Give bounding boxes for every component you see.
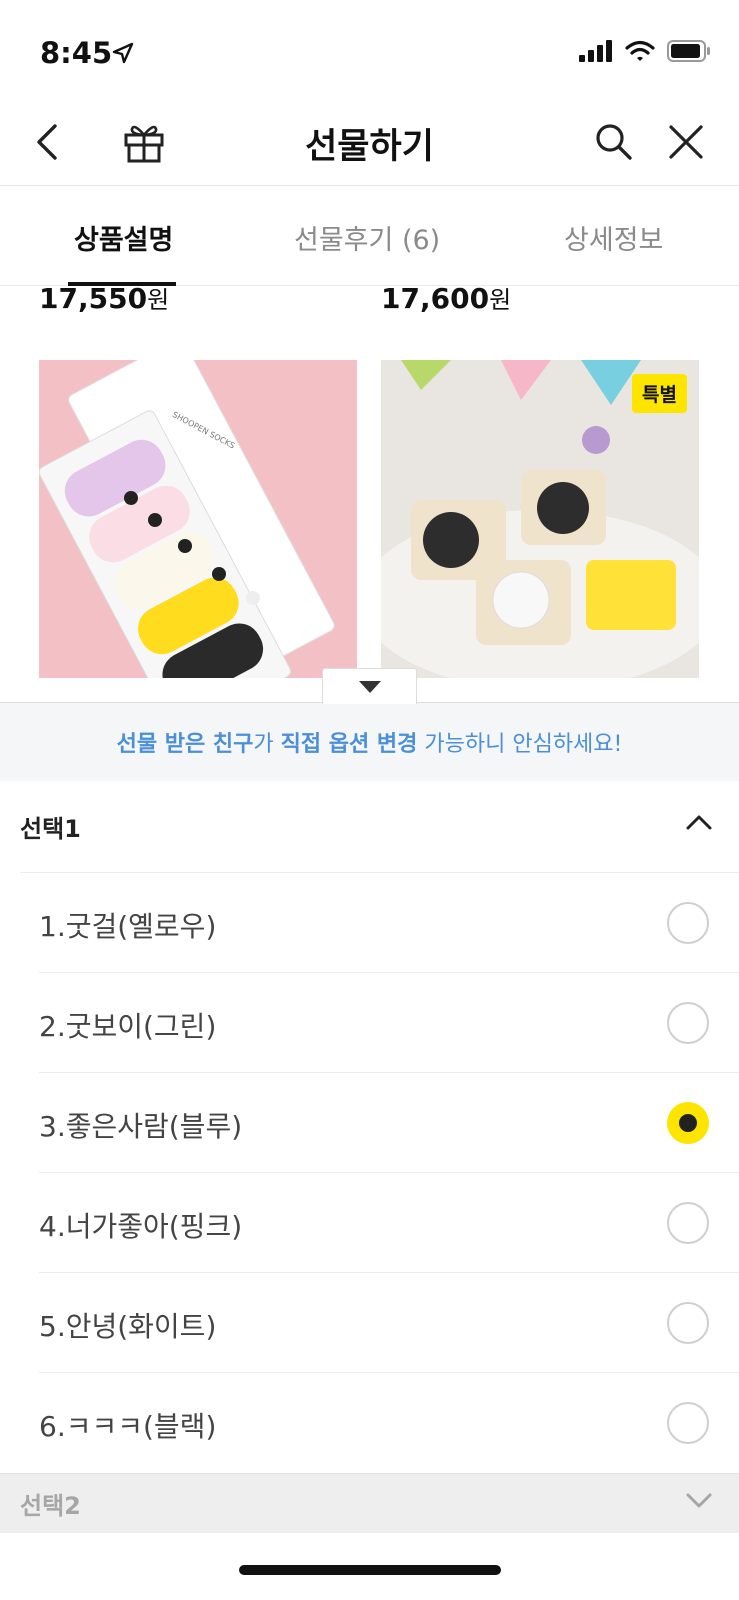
close-button[interactable] — [658, 114, 714, 170]
radio-button-selected[interactable] — [667, 1102, 709, 1144]
search-icon — [596, 124, 632, 160]
option-label: 6.ㅋㅋㅋ(블랙) — [39, 1410, 217, 1443]
option-change-notice: 선물 받은 친구 가 직접 옵션 변경 가능하니 안심하세요! — [0, 703, 739, 781]
option-label: 4.너가좋아(핑크) — [39, 1210, 243, 1243]
option-group-title: 선택2 — [20, 1492, 81, 1520]
tab-bar: 상품설명 선물후기 (6) 상세정보 — [0, 186, 739, 286]
option-group-header-1[interactable]: 선택1 — [20, 781, 739, 873]
product-price: 17,550원 — [39, 286, 169, 315]
sheet-collapse-handle[interactable] — [322, 668, 417, 704]
special-badge: 특별 — [632, 374, 687, 413]
radio-button[interactable] — [667, 1002, 709, 1044]
option-label: 1.굿걸(옐로우) — [39, 910, 217, 943]
option-item[interactable]: 5.안녕(화이트) — [39, 1273, 739, 1373]
product-grid: 17,550원 17,600원 SHOOPEN SOCKS 특별 — [0, 286, 739, 702]
caret-down-icon — [358, 680, 381, 693]
option-item[interactable]: 2.굿보이(그린) — [39, 973, 739, 1073]
price-currency: 원 — [147, 286, 170, 314]
notice-highlight-change: 직접 옵션 변경 — [280, 732, 418, 757]
socks-box-illustration — [39, 360, 357, 678]
product-image-socks[interactable]: SHOOPEN SOCKS — [39, 360, 357, 678]
product-price: 17,600원 — [381, 286, 511, 315]
price-value: 17,550 — [39, 286, 148, 315]
option-label: 2.굿보이(그린) — [39, 1010, 217, 1043]
option-label: 5.안녕(화이트) — [39, 1310, 217, 1343]
option-group-title: 선택1 — [20, 815, 81, 843]
close-icon — [669, 125, 703, 159]
chevron-up-icon — [686, 815, 712, 830]
option-item[interactable]: 3.좋은사람(블루) — [39, 1073, 739, 1173]
radio-button[interactable] — [667, 1302, 709, 1344]
search-button[interactable] — [586, 114, 642, 170]
wifi-icon — [625, 40, 655, 61]
radio-button[interactable] — [667, 902, 709, 944]
location-arrow-icon — [112, 42, 134, 64]
price-currency: 원 — [489, 286, 512, 314]
option-item[interactable]: 1.굿걸(옐로우) — [39, 873, 739, 973]
tab-gift-reviews[interactable]: 선물후기 (6) — [294, 218, 440, 257]
cellular-signal-icon — [579, 40, 612, 62]
option-item[interactable]: 6.ㅋㅋㅋ(블랙) — [39, 1373, 739, 1473]
option-select-sheet: 선물 받은 친구 가 직접 옵션 변경 가능하니 안심하세요! 선택1 1.굿걸(… — [0, 702, 739, 1532]
top-navigation-bar: 선물하기 — [0, 100, 739, 186]
price-value: 17,600 — [381, 286, 490, 315]
option-label: 3.좋은사람(블루) — [39, 1110, 243, 1143]
chevron-down-icon — [686, 1493, 712, 1508]
status-bar: 8:45 — [0, 0, 739, 100]
notice-text: 가능하니 안심하세요! — [417, 732, 623, 757]
home-indicator-area — [0, 1533, 739, 1600]
option-group-header-2[interactable]: 선택2 — [0, 1473, 739, 1533]
notice-highlight-friend: 선물 받은 친구 — [116, 732, 254, 757]
home-indicator[interactable] — [239, 1565, 501, 1575]
option-item[interactable]: 4.너가좋아(핑크) — [39, 1173, 739, 1273]
status-time: 8:45 — [40, 36, 113, 70]
radio-button[interactable] — [667, 1402, 709, 1444]
product-image-towel-cake[interactable]: 특별 — [381, 360, 699, 678]
notice-text: 가 — [253, 732, 281, 757]
battery-icon — [667, 40, 710, 62]
option-list: 1.굿걸(옐로우) 2.굿보이(그린) 3.좋은사람(블루) 4.너가좋아(핑크… — [0, 873, 739, 1473]
tab-details[interactable]: 상세정보 — [564, 218, 663, 257]
tab-product-description[interactable]: 상품설명 — [74, 218, 173, 257]
radio-button[interactable] — [667, 1202, 709, 1244]
